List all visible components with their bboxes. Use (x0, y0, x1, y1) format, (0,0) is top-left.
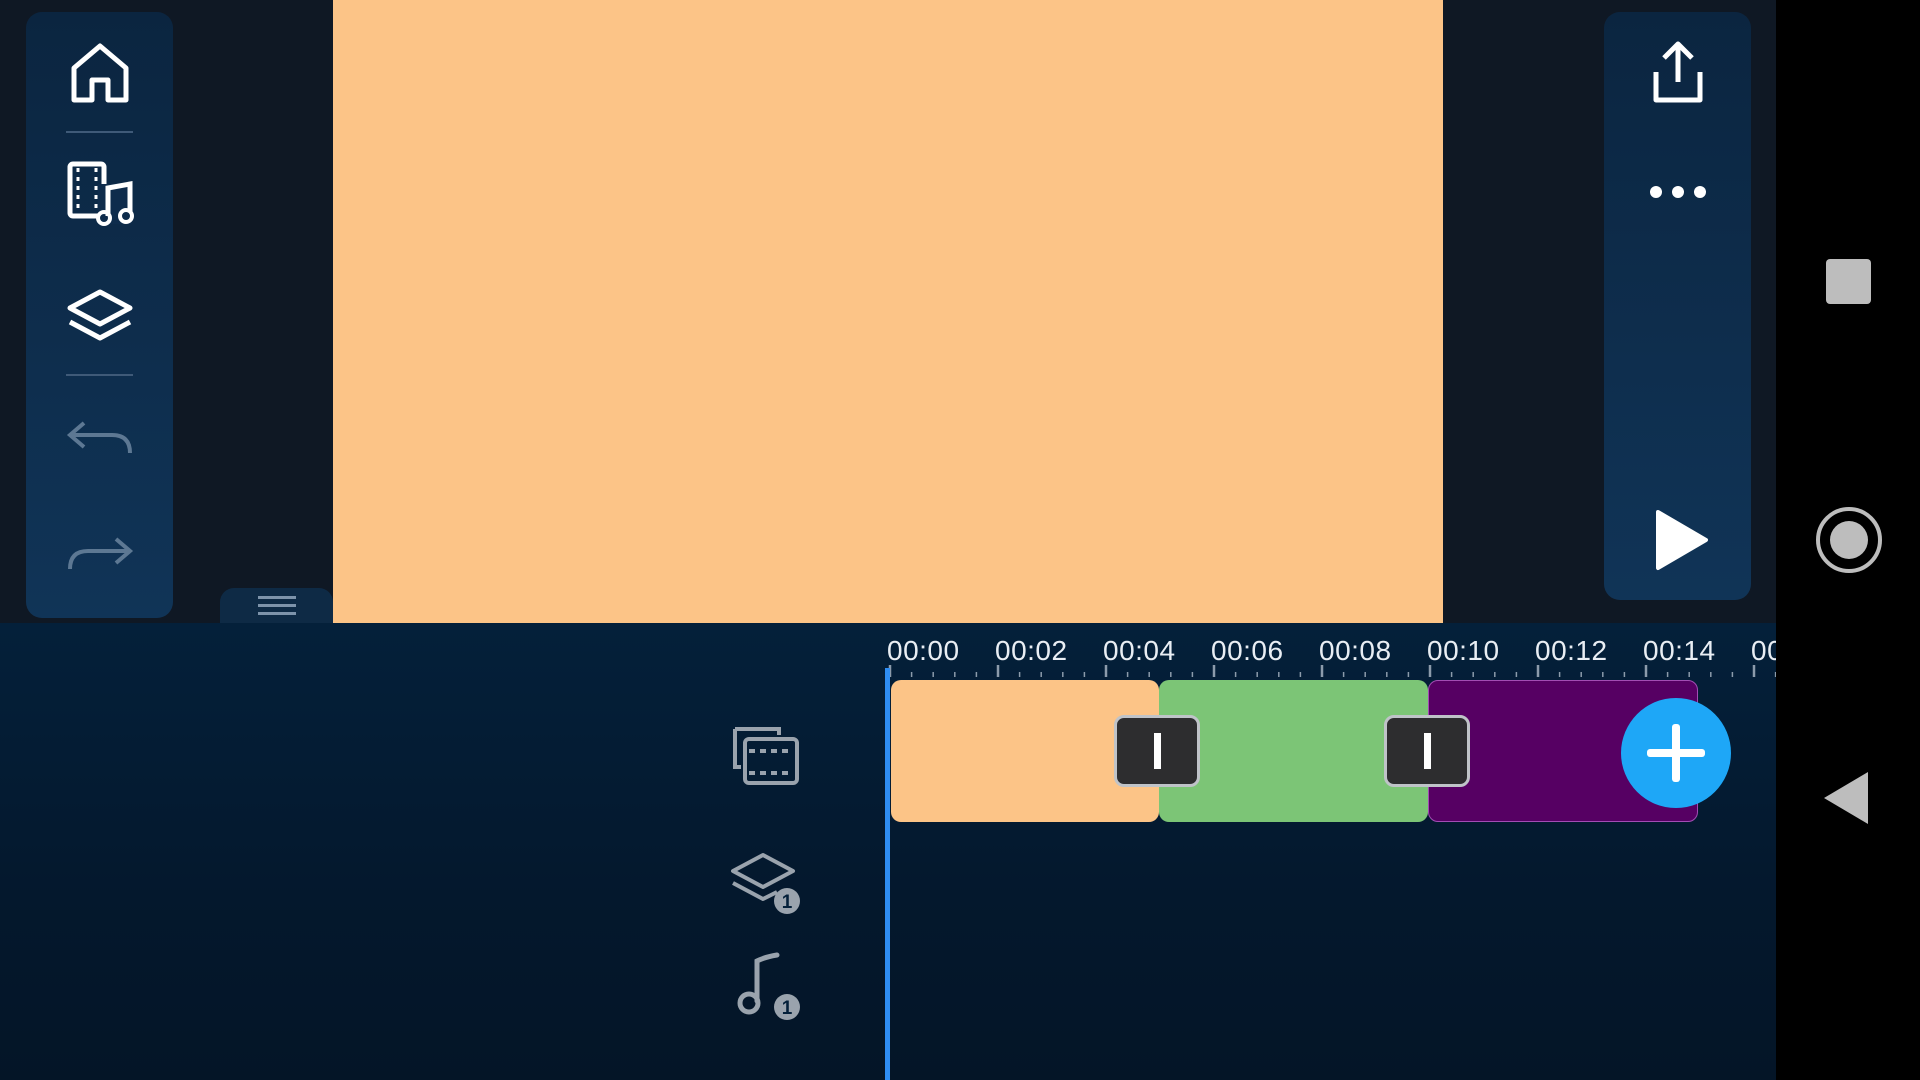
transition-icon (1153, 733, 1161, 769)
transition-icon (1423, 733, 1431, 769)
redo-button[interactable] (26, 504, 173, 614)
add-clip-button[interactable] (1621, 698, 1731, 808)
editor-top-area (0, 0, 1776, 623)
more-icon (1649, 186, 1706, 198)
plus-icon (1647, 724, 1705, 782)
play-icon (1655, 510, 1708, 570)
left-toolbar (26, 12, 173, 618)
media-button[interactable] (26, 139, 173, 249)
toolbar-divider (66, 374, 133, 376)
playhead[interactable] (885, 668, 890, 1080)
layer-track-badge: 1 (782, 892, 793, 913)
more-button[interactable] (1604, 137, 1751, 247)
toolbar-divider (66, 131, 133, 133)
home-nav-dot (1830, 521, 1868, 559)
audio-track-icon: 1 (737, 952, 800, 1020)
time-ruler[interactable]: 00:00 00:02 00:04 00:06 00:08 00:10 00:1… (880, 623, 1776, 681)
layers-button[interactable] (26, 261, 173, 371)
video-track-icon (733, 727, 799, 785)
audio-track-badge: 1 (782, 998, 793, 1019)
video-track-button[interactable] (725, 717, 805, 797)
home-nav-icon[interactable] (1816, 507, 1882, 573)
ruler-ticks (888, 665, 1776, 677)
export-icon (1653, 41, 1702, 103)
home-button[interactable] (26, 17, 173, 127)
transition-button[interactable] (1114, 715, 1200, 787)
system-nav-bar (1776, 0, 1920, 1080)
timeline-area: 1 1 00:00 00:02 00:04 00:06 00:08 00:10 … (0, 623, 1776, 1080)
hamburger-icon (257, 595, 296, 615)
recents-icon[interactable] (1826, 259, 1871, 304)
transition-button[interactable] (1384, 715, 1470, 787)
home-icon (71, 43, 128, 103)
audio-track-button[interactable]: 1 (725, 945, 805, 1025)
back-icon[interactable] (1824, 772, 1868, 824)
right-toolbar (1604, 12, 1751, 600)
layer-track-button[interactable]: 1 (725, 841, 805, 921)
panel-handle[interactable] (220, 588, 333, 623)
layer-track-icon: 1 (731, 853, 800, 914)
layers-icon (67, 289, 132, 341)
undo-button[interactable] (26, 384, 173, 494)
export-button[interactable] (1604, 17, 1751, 127)
video-preview[interactable] (333, 0, 1443, 623)
play-button[interactable] (1604, 485, 1751, 595)
undo-icon (66, 421, 132, 454)
redo-icon (67, 537, 133, 570)
media-music-icon (67, 161, 134, 226)
